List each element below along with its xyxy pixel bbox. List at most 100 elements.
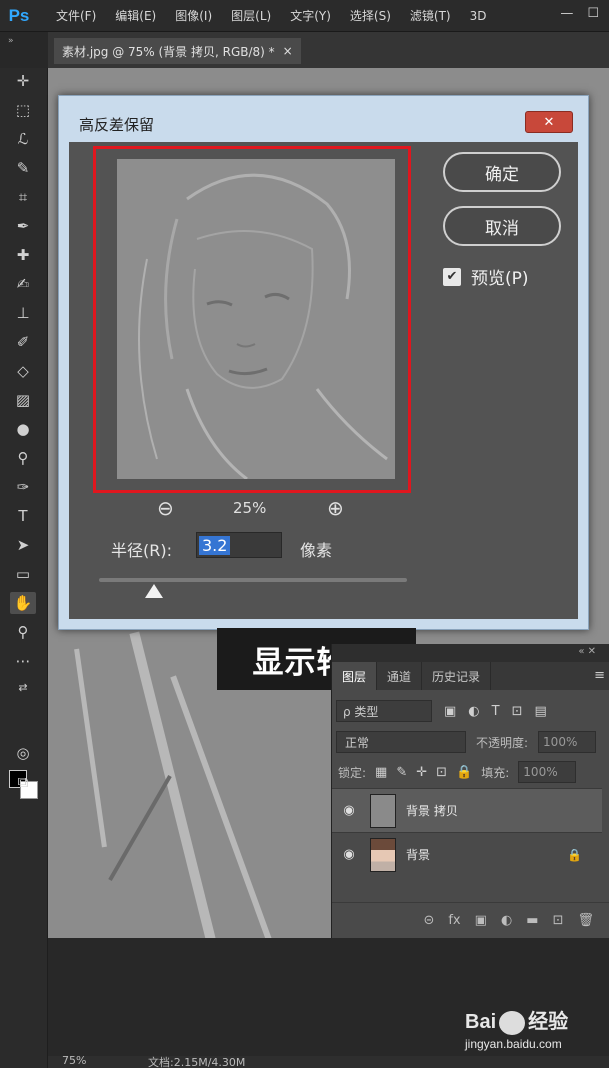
tab-channels[interactable]: 通道	[377, 662, 423, 690]
filter-type-icon[interactable]: T	[492, 704, 500, 719]
layer-name[interactable]: 背景	[406, 846, 567, 863]
fill-label: 填充:	[481, 765, 510, 780]
zoom-in-icon[interactable]: ⊕	[327, 496, 344, 520]
eyedropper-tool-icon[interactable]: ✒	[10, 215, 36, 237]
layer-filter-kind-select[interactable]: ρ 类型	[336, 700, 432, 722]
panel-collapse-icon[interactable]: « ✕	[578, 646, 596, 657]
history-brush-tool-icon[interactable]: ✐	[10, 331, 36, 353]
move-tool-icon[interactable]: ✛	[10, 70, 36, 92]
clone-stamp-tool-icon[interactable]: ⊥	[10, 302, 36, 324]
menu-edit[interactable]: 编辑(E)	[115, 7, 156, 24]
dialog-title: 高反差保留	[79, 116, 155, 134]
menu-select[interactable]: 选择(S)	[350, 7, 391, 24]
zoom-tool-icon[interactable]: ⚲	[10, 621, 36, 643]
filter-shape-icon[interactable]: ⊡	[512, 704, 523, 719]
brush-tool-icon[interactable]: ✍	[10, 273, 36, 295]
preview-checkbox-row[interactable]: ✔ 预览(P)	[443, 264, 529, 289]
menu-bar: Ps 文件(F) 编辑(E) 图像(I) 图层(L) 文字(Y) 选择(S) 滤…	[0, 0, 609, 32]
collapse-arrows-icon[interactable]: »	[8, 36, 14, 46]
dialog-close-button[interactable]: ✕	[525, 111, 573, 133]
minimize-button[interactable]: —	[560, 6, 573, 21]
photoshop-logo: Ps	[8, 5, 30, 25]
type-tool-icon[interactable]: T	[10, 505, 36, 527]
lock-artboard-icon[interactable]: ⊡	[436, 765, 447, 780]
menu-filter[interactable]: 滤镜(T)	[410, 7, 451, 24]
tab-layers[interactable]: 图层	[332, 662, 378, 690]
document-tab-bar: 素材.jpg @ 75% (背景 拷贝, RGB/8) * ×	[48, 32, 609, 68]
dodge-tool-icon[interactable]: ⚲	[10, 447, 36, 469]
status-doc-size: 文档:2.15M/4.30M	[148, 1056, 246, 1068]
hand-tool-icon[interactable]: ✋	[10, 592, 36, 614]
layer-row-background[interactable]: ◉ 背景 🔒	[332, 832, 602, 876]
maximize-button[interactable]: ☐	[587, 6, 599, 21]
swap-colors-icon[interactable]: ⇄	[10, 676, 36, 698]
filter-smart-object-icon[interactable]: ▤	[535, 704, 547, 719]
menu-type[interactable]: 文字(Y)	[290, 7, 331, 24]
radius-input[interactable]: 3.2	[196, 532, 282, 558]
watermark-brand-right: 经验	[528, 1011, 569, 1033]
blur-tool-icon[interactable]: ●	[10, 418, 36, 440]
new-layer-icon[interactable]: ⊡	[553, 913, 564, 928]
lasso-tool-icon[interactable]: ℒ	[10, 128, 36, 150]
lock-image-icon[interactable]: ✎	[396, 765, 407, 780]
filter-preview-image[interactable]	[117, 159, 395, 479]
blend-mode-select[interactable]: 正常	[336, 731, 466, 753]
panel-menu-icon[interactable]: ≡	[594, 668, 605, 683]
lock-label: 锁定:	[338, 765, 367, 780]
tab-history[interactable]: 历史记录	[422, 662, 492, 690]
preview-checkbox[interactable]: ✔	[443, 267, 461, 286]
crop-tool-icon[interactable]: ⌗	[10, 186, 36, 208]
link-layers-icon[interactable]: ⊝	[423, 913, 434, 928]
radius-slider[interactable]	[99, 578, 407, 582]
radius-unit-label: 像素	[300, 541, 333, 560]
layer-thumbnail	[370, 837, 396, 872]
visibility-eye-icon[interactable]: ◉	[332, 847, 366, 862]
delete-layer-icon[interactable]: 🗑	[577, 913, 594, 928]
filter-adjustment-icon[interactable]: ◐	[468, 704, 479, 719]
new-group-icon[interactable]: ▬	[526, 913, 538, 928]
ok-button[interactable]: 确定	[443, 152, 561, 192]
menu-layer[interactable]: 图层(L)	[231, 7, 271, 24]
filter-pixel-icon[interactable]: ▣	[444, 704, 456, 719]
more-tools-icon[interactable]: ⋯	[10, 650, 36, 672]
watermark-url: jingyan.baidu.com	[465, 1036, 562, 1051]
visibility-eye-icon[interactable]: ◉	[332, 803, 366, 818]
portrait-outline-sketch	[138, 173, 388, 479]
eraser-tool-icon[interactable]: ◇	[10, 360, 36, 382]
menu-image[interactable]: 图像(I)	[175, 7, 212, 24]
cancel-button[interactable]: 取消	[443, 206, 561, 246]
adjustment-layer-icon[interactable]: ◐	[501, 913, 512, 928]
opacity-input[interactable]: 100%	[538, 731, 597, 753]
lock-all-icon[interactable]: 🔒	[456, 765, 472, 780]
layer-style-icon[interactable]: fx	[448, 913, 460, 928]
menu-3d[interactable]: 3D	[470, 9, 487, 23]
canvas-edge-stroke	[108, 775, 172, 881]
close-tab-icon[interactable]: ×	[283, 44, 293, 58]
screen-mode-icon[interactable]: ⧉	[10, 771, 36, 793]
rectangle-tool-icon[interactable]: ▭	[10, 563, 36, 585]
radius-label: 半径(R):	[111, 541, 172, 560]
pen-tool-icon[interactable]: ✑	[10, 476, 36, 498]
high-pass-dialog: 高反差保留 ✕ ⊖ 25% ⊕ 半径(R): 3.2 像素 确定 取消 ✔ 预览…	[58, 95, 589, 630]
add-mask-icon[interactable]: ▣	[475, 913, 487, 928]
quick-select-tool-icon[interactable]: ✎	[10, 157, 36, 179]
healing-brush-tool-icon[interactable]: ✚	[10, 244, 36, 266]
layer-row-background-copy[interactable]: ◉ 背景 拷贝	[332, 788, 602, 832]
opacity-label: 不透明度:	[476, 735, 529, 750]
document-tab[interactable]: 素材.jpg @ 75% (背景 拷贝, RGB/8) * ×	[54, 38, 301, 64]
layer-lock-icon: 🔒	[567, 847, 582, 862]
gradient-tool-icon[interactable]: ▨	[10, 389, 36, 411]
status-zoom[interactable]: 75%	[62, 1054, 86, 1067]
menu-file[interactable]: 文件(F)	[56, 7, 96, 24]
fill-input[interactable]: 100%	[518, 761, 577, 783]
zoom-out-icon[interactable]: ⊖	[157, 496, 174, 520]
marquee-tool-icon[interactable]: ⬚	[10, 99, 36, 121]
lock-position-icon[interactable]: ✛	[416, 765, 427, 780]
quick-mask-icon[interactable]: ◎	[10, 742, 36, 764]
lock-transparent-icon[interactable]: ▦	[375, 765, 387, 780]
path-select-tool-icon[interactable]: ➤	[10, 534, 36, 556]
baidu-jingyan-watermark: Bai 经验 jingyan.baidu.com	[465, 1005, 568, 1051]
layer-name[interactable]: 背景 拷贝	[406, 802, 602, 819]
watermark-brand-left: Bai	[465, 1011, 497, 1033]
radius-slider-thumb[interactable]	[145, 584, 164, 598]
